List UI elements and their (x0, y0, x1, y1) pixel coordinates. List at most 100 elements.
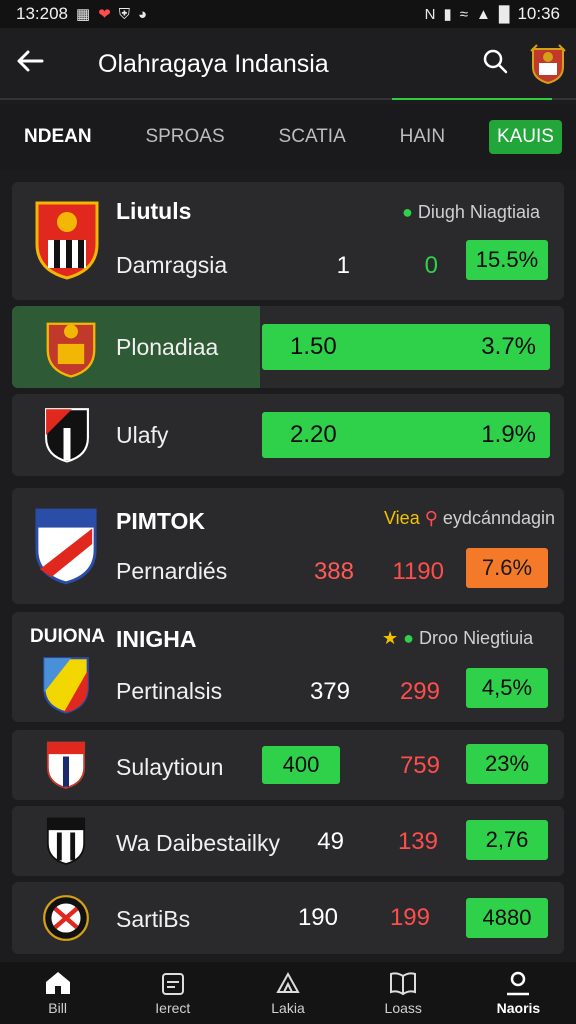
group-card-inigha: DUIONA INIGHA ★ ● Droo Niegtiuia Pertina… (12, 612, 564, 722)
group-meta-text: Diugh Niagtiaia (417, 202, 540, 222)
score-a: 388 (313, 558, 354, 585)
search-icon[interactable] (470, 48, 520, 81)
group-card-liutuls: Liutuls ● Diugh Niagtiaia Damragsia 1 0 … (12, 182, 564, 300)
live-dot-icon: ● (403, 628, 415, 648)
odds-pill-highlight[interactable]: 400 (262, 746, 340, 784)
team-name[interactable]: Pertinalsis (116, 678, 222, 705)
odds-pill[interactable]: 15.5% (466, 240, 548, 280)
nav-item-home[interactable]: Bill (0, 962, 115, 1024)
trophy-icon (276, 971, 300, 993)
nav-item-loass[interactable]: Loass (346, 962, 461, 1024)
bottom-navigation: Bill Ierect Lakia Loass Naoris (0, 962, 576, 1024)
odds-pct: 1.9% (481, 421, 536, 448)
battery-icon: █ (498, 5, 510, 23)
profile-icon (507, 971, 530, 996)
team-crest-icon (46, 741, 86, 789)
star-icon: ★ (382, 628, 399, 648)
group-meta-text: Droo Niegtiuia (419, 628, 534, 648)
group-meta: Viea ⚲ eydcánndagin (384, 508, 555, 529)
team-crest-icon (46, 817, 86, 865)
tab-sproas[interactable]: SPROAS (135, 120, 234, 154)
compass-icon: ◕ (138, 5, 148, 23)
tab-kauis[interactable]: KAUIS (488, 120, 562, 154)
calendar-icon (161, 973, 184, 995)
status-bar: 13:208 ▦ ❤ ⛨ ◕ N ▮ ≈ ▲ █ 10:36 (0, 0, 576, 28)
score-b: 199 (389, 904, 430, 931)
team-crest-icon (43, 657, 89, 714)
group-meta-b: eydcánndagin (442, 508, 556, 528)
team-crest-icon (46, 322, 96, 378)
nav-label: Ierect (155, 1000, 191, 1016)
back-arrow-icon[interactable] (0, 47, 60, 81)
page-title: Olahragaya Indansia (98, 49, 329, 78)
odds-bar[interactable]: 1.50 3.7% (262, 324, 550, 370)
odds-pill[interactable]: 7.6% (466, 548, 548, 588)
team-crest-icon (43, 895, 89, 941)
team-name: SartiBs (116, 906, 191, 932)
group-meta: ● Diugh Niagtiaia (402, 202, 540, 223)
match-row-plonadiaa[interactable]: Plonadiaa 1.50 3.7% (12, 306, 564, 388)
category-tabs: NDEAN SPROAS SCATIA HAIN KAUIS (0, 104, 576, 170)
odds-pill[interactable]: 4,5% (466, 668, 548, 708)
group-title: INIGHA (116, 626, 197, 652)
score-b: 139 (397, 828, 438, 855)
live-dot-icon: ● (402, 202, 413, 222)
vibrate-icon: ▮ (443, 6, 452, 23)
nav-label: Naoris (496, 1000, 541, 1016)
match-row-sulaytioun[interactable]: Sulaytioun 400 759 23% (12, 730, 564, 800)
match-row-sartibs[interactable]: SartiBs 190 199 4880 (12, 882, 564, 954)
odds-pill[interactable]: 23% (466, 744, 548, 784)
odds-value: 1.50 (290, 333, 337, 360)
team-crest-icon (35, 201, 99, 280)
odds-pill[interactable]: 4880 (466, 898, 548, 938)
nav-label: Loass (384, 1000, 422, 1016)
home-icon (45, 972, 70, 994)
status-time-right: 10:36 (517, 4, 560, 23)
nav-label: Bill (48, 1000, 67, 1016)
odds-pill[interactable]: 2,76 (466, 820, 548, 860)
score-a: 379 (309, 678, 350, 705)
nav-item-lakia[interactable]: Lakia (230, 962, 345, 1024)
app-logo-crest-icon[interactable] (520, 43, 576, 85)
tab-hain[interactable]: HAIN (390, 120, 455, 154)
match-row-ulafy[interactable]: Ulafy 2.20 1.9% (12, 394, 564, 476)
team-name: Plonadiaa (116, 334, 219, 360)
score-b: 299 (399, 678, 440, 705)
match-row-wa-daibestailky[interactable]: Wa Daibestailky 49 139 2,76 (12, 806, 564, 876)
team-name[interactable]: Damragsia (116, 252, 227, 279)
wifi-icon: ≈ (459, 5, 468, 23)
score-b: 1190 (392, 558, 444, 585)
nav-item-naoris[interactable]: Naoris (461, 962, 576, 1024)
odds-value: 2.20 (290, 421, 337, 448)
notification-n-icon: ▦ (76, 6, 91, 23)
group-meta: ★ ● Droo Niegtiuia (382, 628, 533, 649)
tab-scatia[interactable]: SCATIA (269, 120, 356, 154)
team-crest-icon (35, 508, 97, 585)
score-b: 0 (424, 252, 438, 279)
odds-bar[interactable]: 2.20 1.9% (262, 412, 550, 458)
pin-icon: ⚲ (424, 508, 438, 528)
book-icon (390, 972, 417, 996)
shield-icon: ⛨ (118, 5, 131, 23)
group-meta-a: Viea (384, 508, 420, 528)
score-a: 49 (317, 828, 344, 855)
tab-ndean[interactable]: NDEAN (14, 120, 102, 154)
nav-label: Lakia (271, 1000, 305, 1016)
group-title: Liutuls (116, 198, 192, 224)
group-card-pimtok: PIMTOK Viea ⚲ eydcánndagin Pernardiés 38… (12, 488, 564, 604)
status-time-left: 13:208 (16, 4, 68, 23)
heart-icon: ❤ (98, 6, 111, 23)
score-a: 1 (336, 252, 350, 279)
team-crest-icon (45, 408, 89, 463)
signal-icon: ▲ (475, 5, 491, 23)
app-header: Olahragaya Indansia (0, 28, 576, 100)
score-b: 759 (399, 752, 440, 779)
odds-pct: 3.7% (481, 333, 536, 360)
team-name: Ulafy (116, 422, 169, 448)
header-divider (0, 98, 576, 100)
team-name: Wa Daibestailky (116, 830, 281, 856)
group-title: PIMTOK (116, 508, 206, 534)
team-name[interactable]: Pernardiés (116, 558, 227, 585)
team-name: Sulaytioun (116, 754, 224, 780)
nav-item-ierect[interactable]: Ierect (115, 962, 230, 1024)
